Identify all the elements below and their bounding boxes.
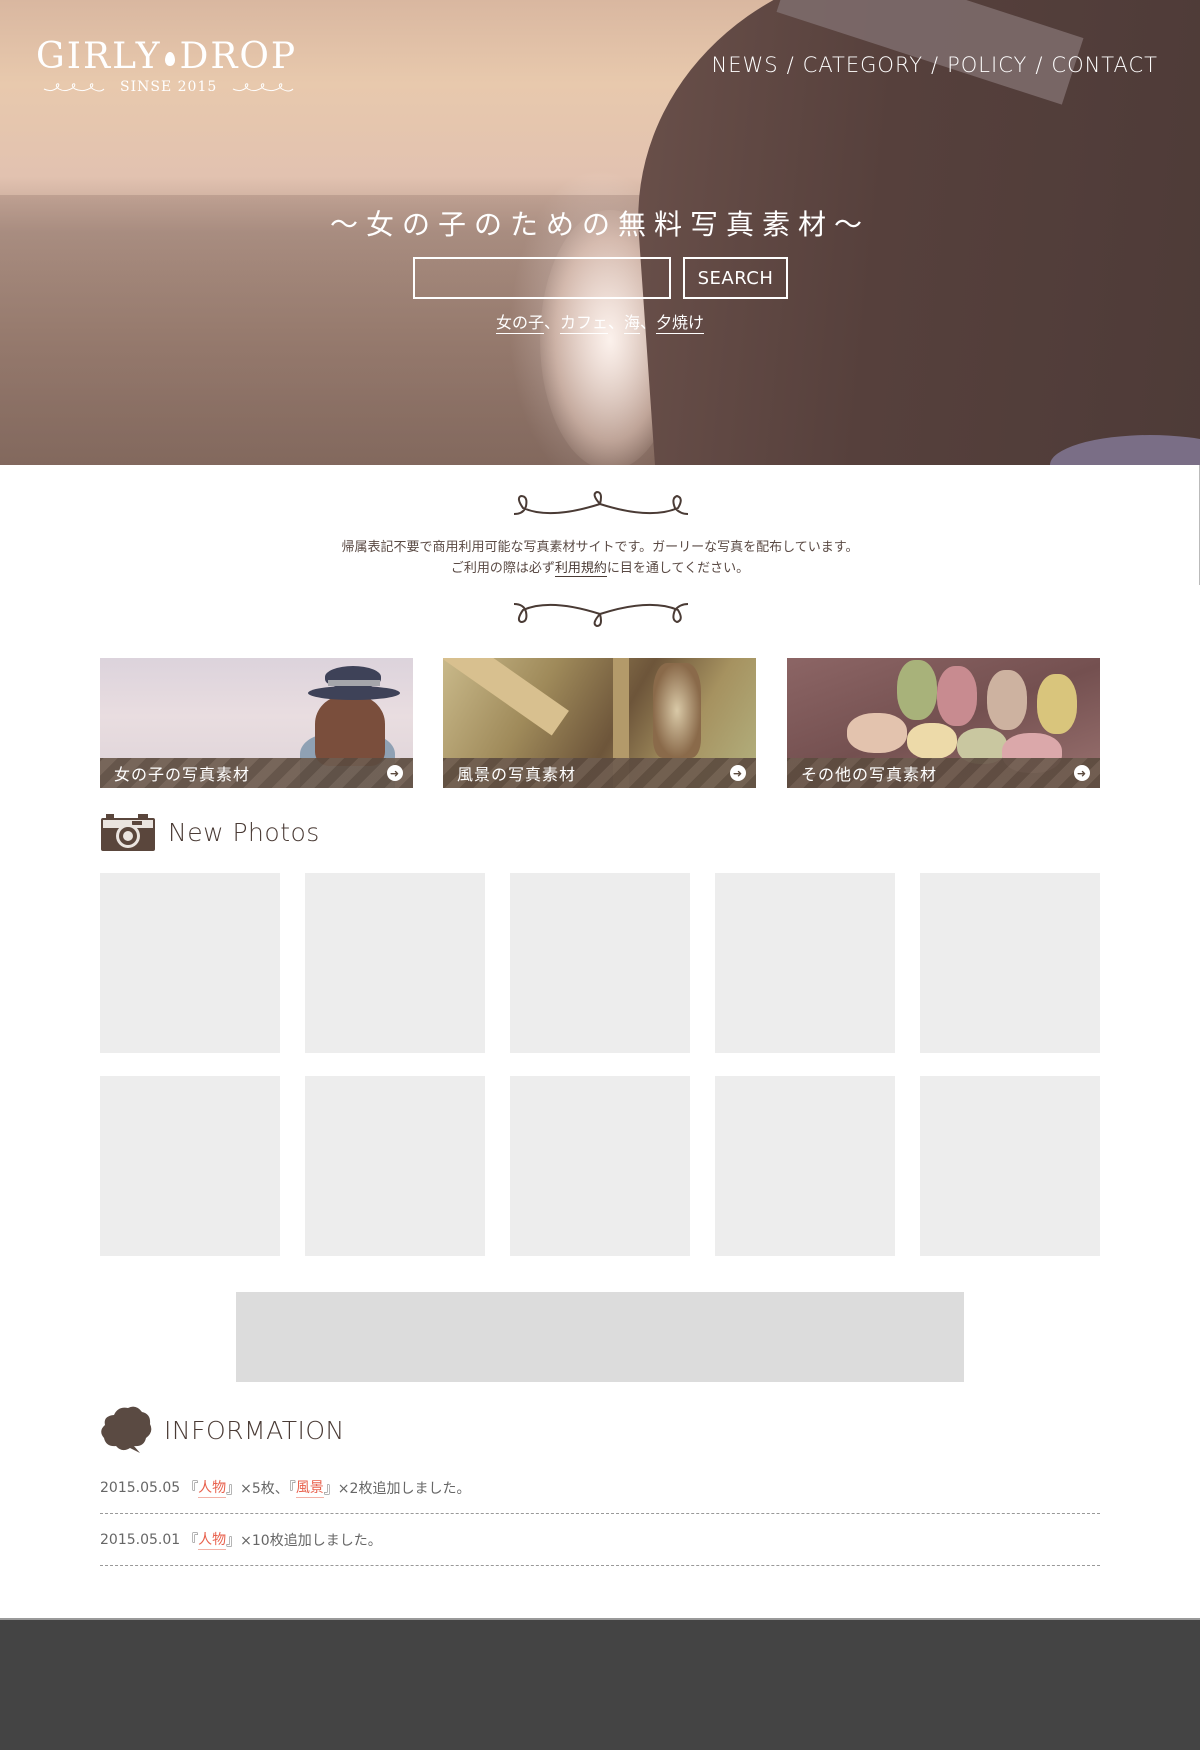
search-form: SEARCH [413,257,788,299]
category-label: 風景の写真素材 [457,765,577,784]
photo-thumbnail[interactable] [510,873,690,1053]
tag-separator: 、 [640,313,657,332]
tag-link-sunset[interactable]: 夕焼け [656,313,705,334]
news-category-link[interactable]: 人物 [198,1477,227,1498]
photo-thumbnail[interactable] [305,873,485,1053]
search-button[interactable]: SEARCH [683,257,788,299]
site-logo[interactable]: GIRLY DROP SINSE 2015 [36,36,297,95]
nav-separator: / [786,53,795,77]
photo-thumbnail[interactable] [100,873,280,1053]
photo-thumbnail[interactable] [920,1076,1100,1256]
ad-banner-placeholder[interactable] [236,1292,964,1382]
news-date: 2015.05.01 [100,1531,181,1548]
news-category-link[interactable]: 風景 [295,1477,324,1498]
tag-link-cafe[interactable]: カフェ [559,313,608,334]
photo-thumbnail[interactable] [715,1076,895,1256]
category-label: 女の子の写真素材 [114,765,251,784]
news-list: 2015.05.05 『人物 』×5枚、『 風景 』×2枚追加しました。 2015.05.… [100,1462,1100,1566]
new-photos-title: New Photos [168,817,320,847]
logo-text-right: DROP [179,36,298,77]
photo-thumbnail[interactable] [715,873,895,1053]
water-drop-icon [165,51,176,66]
tag-separator: 、 [543,313,560,332]
search-input[interactable] [413,257,671,299]
news-date: 2015.05.05 [100,1479,181,1496]
tag-separator: 、 [607,313,624,332]
news-text: 』×5枚、『 [226,1480,296,1497]
category-card-scenery[interactable]: 風景の写真素材 ➜ [443,658,756,788]
intro-line-1: 帰属表記不要で商用利用可能な写真素材サイトです。ガーリーな写真を配布しています。 [341,540,859,555]
popular-tags: 女の子、カフェ、海、夕焼け [0,309,1200,334]
new-photos-heading: New Photos [100,812,320,852]
nav-separator: / [931,53,940,77]
camera-icon [101,814,155,851]
logo-since: SINSE 2015 [120,79,218,95]
photo-thumbnail[interactable] [100,1076,280,1256]
terms-link[interactable]: 利用規約 [554,561,607,577]
category-card-girl[interactable]: 女の子の写真素材 ➜ [100,658,413,788]
category-card-other[interactable]: その他の写真素材 ➜ [787,658,1100,788]
nav-separator: / [1035,53,1044,77]
nav-category[interactable]: CATEGORY [803,53,923,77]
news-text: 』×10枚追加しました。 [226,1532,382,1549]
speech-cloud-icon [101,1406,152,1453]
arrow-right-circle-icon: ➜ [1074,765,1090,781]
information-title: INFORMATION [164,1415,345,1445]
main-nav: NEWS / CATEGORY / POLICY / CONTACT [712,53,1159,77]
news-item: 2015.05.01 『人物 』×10枚追加しました。 [100,1514,1100,1566]
news-category-link[interactable]: 人物 [198,1529,227,1550]
swirl-divider-bottom-icon [513,603,689,628]
swirl-divider-top-icon [513,490,689,515]
news-text: 』×2枚追加しました。 [323,1480,471,1497]
arrow-right-circle-icon: ➜ [387,765,403,781]
nav-policy[interactable]: POLICY [947,53,1027,77]
photo-thumbnail[interactable] [920,873,1100,1053]
nav-contact[interactable]: CONTACT [1051,53,1158,77]
hero-tagline: 〜女の子のための無料写真素材〜 [329,208,870,241]
nav-news[interactable]: NEWS [712,53,779,77]
site-footer [0,1618,1200,1750]
intro-text: 帰属表記不要で商用利用可能な写真素材サイトです。ガーリーな写真を配布しています。… [0,537,1200,579]
intro-line-2: ご利用の際は必ず利用規約に目を通してください。 [450,561,750,577]
swirl-ornament-icon [233,83,294,92]
information-heading: INFORMATION [100,1405,345,1455]
hero-banner: GIRLY DROP SINSE 2015 NEWS / CATEGORY / … [0,0,1200,465]
photo-thumbnail[interactable] [510,1076,690,1256]
photo-thumbnail[interactable] [305,1076,485,1256]
news-text: 『 [184,1532,199,1549]
logo-text-left: GIRLY [36,36,162,77]
swirl-ornament-icon [43,83,105,92]
tag-link-sea[interactable]: 海 [624,313,641,334]
news-text: 『 [184,1480,199,1497]
arrow-right-circle-icon: ➜ [730,765,746,781]
category-label: その他の写真素材 [801,765,938,784]
tag-link-girl[interactable]: 女の子 [495,313,544,334]
news-item: 2015.05.05 『人物 』×5枚、『 風景 』×2枚追加しました。 [100,1462,1100,1514]
